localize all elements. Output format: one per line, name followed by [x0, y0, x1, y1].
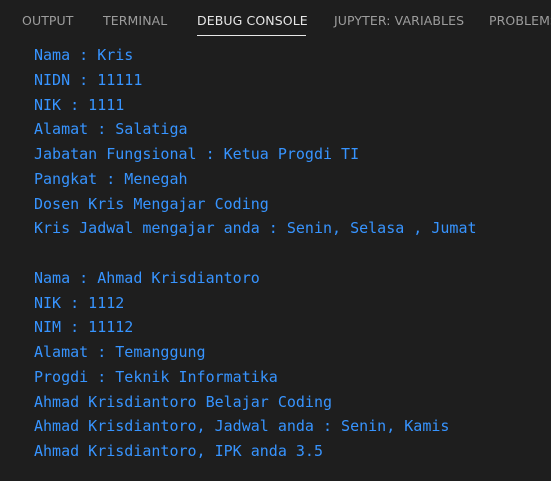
- tab-debug-console[interactable]: DEBUG CONSOLE: [197, 13, 308, 29]
- console-line: Ahmad Krisdiantoro, Jadwal anda : Senin,…: [34, 417, 450, 436]
- console-line: NIK : 1112: [34, 293, 125, 312]
- console-line: Alamat : Temanggung: [34, 343, 206, 361]
- console-line: Ahmad Krisdiantoro Belajar Coding: [34, 392, 333, 411]
- debug-console-output[interactable]: Nama : Kris NIDN : 11111 NIK : 1111 Alam…: [34, 43, 551, 464]
- console-line: NIM : 11112: [34, 318, 134, 337]
- console-line: Alamat : Salatiga: [34, 120, 188, 139]
- panel-tab-bar: OUTPUT TERMINAL DEBUG CONSOLE JUPYTER: V…: [0, 0, 551, 42]
- panel: OUTPUT TERMINAL DEBUG CONSOLE JUPYTER: V…: [0, 0, 551, 481]
- console-line: NIDN : 11111: [34, 70, 143, 89]
- active-tab-indicator: [197, 35, 306, 36]
- tab-jupyter-variables[interactable]: JUPYTER: VARIABLES: [334, 13, 464, 29]
- console-line: Nama : Kris: [34, 46, 134, 64]
- console-line: Ahmad Krisdiantoro, IPK anda 3.5: [34, 442, 323, 460]
- tab-output[interactable]: OUTPUT: [22, 13, 74, 29]
- tab-problems[interactable]: PROBLEMS: [489, 13, 551, 29]
- tab-terminal[interactable]: TERMINAL: [103, 13, 167, 29]
- console-line: Kris Jadwal mengajar anda : Senin, Selas…: [34, 219, 477, 238]
- console-line: Progdi : Teknik Informatika: [34, 367, 278, 386]
- console-line: NIK : 1111: [34, 95, 125, 114]
- console-line: Pangkat : Menegah: [34, 169, 188, 188]
- console-line: Nama : Ahmad Krisdiantoro: [34, 268, 260, 287]
- console-line: Dosen Kris Mengajar Coding: [34, 194, 269, 213]
- console-line: Jabatan Fungsional : Ketua Progdi TI: [34, 145, 360, 163]
